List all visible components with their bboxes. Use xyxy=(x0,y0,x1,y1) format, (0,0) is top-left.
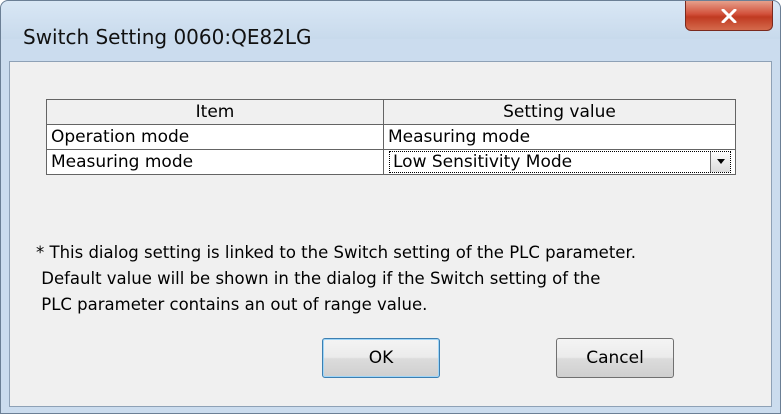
row-operation-mode-value[interactable]: Measuring mode xyxy=(383,124,736,150)
ok-button[interactable]: OK xyxy=(322,338,440,378)
window-title: Switch Setting 0060:QE82LG xyxy=(23,25,312,49)
measuring-mode-dropdown[interactable]: Low Sensitivity Mode xyxy=(389,151,731,173)
dialog-body: Item Setting value Operation mode Measur… xyxy=(9,61,772,407)
column-header-item: Item xyxy=(46,99,384,125)
column-header-setting-value: Setting value xyxy=(383,99,736,125)
note-line-3: PLC parameter contains an out of range v… xyxy=(36,295,428,314)
row-measuring-mode-value-cell: Low Sensitivity Mode xyxy=(383,149,736,175)
info-note: * This dialog setting is linked to the S… xyxy=(36,240,766,318)
table-row: Measuring mode Low Sensitivity Mode xyxy=(46,149,736,175)
note-line-1: * This dialog setting is linked to the S… xyxy=(36,243,636,262)
row-operation-mode-item: Operation mode xyxy=(46,124,384,150)
settings-grid: Item Setting value Operation mode Measur… xyxy=(46,99,736,175)
measuring-mode-selected-value: Low Sensitivity Mode xyxy=(393,152,573,172)
close-x-icon xyxy=(721,8,737,23)
table-row: Operation mode Measuring mode xyxy=(46,124,736,150)
dropdown-button[interactable] xyxy=(710,152,730,172)
title-bar[interactable]: Switch Setting 0060:QE82LG xyxy=(1,1,780,49)
grid-header-row: Item Setting value xyxy=(46,99,736,125)
note-line-2: Default value will be shown in the dialo… xyxy=(36,269,601,288)
close-button[interactable] xyxy=(685,1,773,31)
cancel-button[interactable]: Cancel xyxy=(556,338,674,378)
chevron-down-icon xyxy=(716,159,725,164)
switch-setting-dialog: Switch Setting 0060:QE82LG Item Setting … xyxy=(0,0,781,414)
row-measuring-mode-item: Measuring mode xyxy=(46,149,384,175)
